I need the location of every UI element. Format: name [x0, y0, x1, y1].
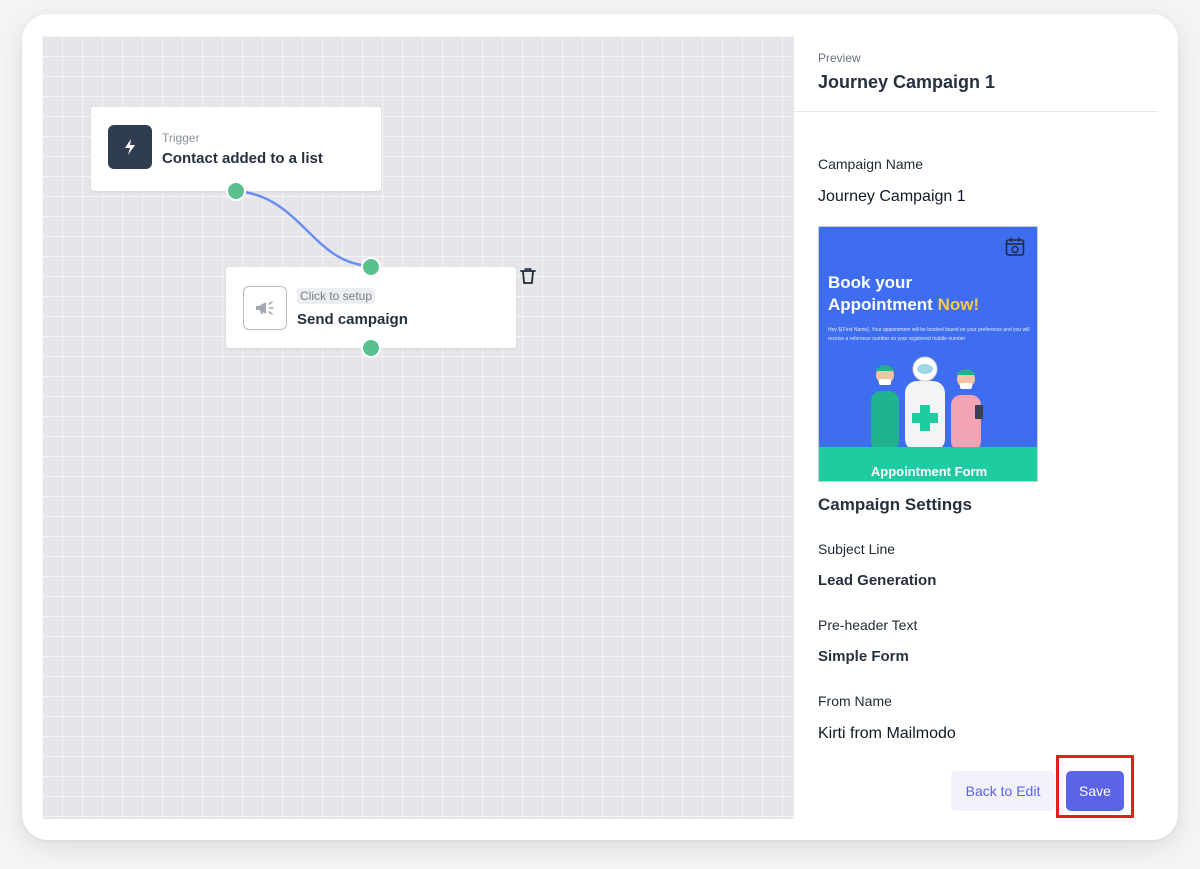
trigger-title: Contact added to a list [162, 150, 323, 167]
megaphone-icon [243, 286, 287, 330]
campaign-settings-title: Campaign Settings [818, 495, 972, 514]
lightning-icon [108, 125, 152, 169]
send-campaign-title: Send campaign [297, 311, 408, 328]
trigger-node[interactable]: Trigger Contact added to a list [91, 107, 381, 191]
calendar-icon [1005, 237, 1025, 262]
campaign-name-label: Campaign Name [818, 156, 924, 172]
subject-line-label: Subject Line [818, 541, 896, 557]
panel-header: Preview Journey Campaign 1 [794, 36, 1158, 112]
journey-canvas[interactable]: Trigger Contact added to a list Click to… [42, 36, 794, 819]
email-heading: Book your Appointment Now! [828, 273, 980, 314]
send-output-handle[interactable] [361, 338, 381, 358]
email-body-text: Hey ${First Name}, Your appointment will… [828, 327, 1030, 342]
email-preview-image: Book your Appointment Now! Hey ${First N… [818, 226, 1038, 482]
preview-panel: Preview Journey Campaign 1 Campaign Name… [794, 36, 1158, 819]
campaign-name-value: Journey Campaign 1 [818, 188, 966, 205]
setup-badge: Click to setup [297, 288, 376, 304]
preheader-value: Simple Form [818, 648, 909, 665]
doctors-illustration [871, 356, 983, 451]
preview-title: Journey Campaign 1 [818, 72, 996, 92]
email-footer-button: Appointment Form [819, 447, 1037, 481]
from-name-label: From Name [818, 693, 892, 709]
save-highlight-box [1056, 755, 1134, 818]
send-campaign-node[interactable]: Click to setup Send campaign [226, 267, 516, 348]
send-input-handle[interactable] [361, 257, 381, 277]
trigger-label: Trigger [162, 131, 200, 145]
from-name-value: Kirti from Mailmodo [818, 725, 956, 742]
trigger-output-handle[interactable] [226, 181, 246, 201]
back-to-edit-button[interactable]: Back to Edit [951, 771, 1055, 811]
subject-line-value: Lead Generation [818, 572, 937, 589]
preheader-label: Pre-header Text [818, 617, 918, 633]
trash-icon[interactable] [519, 266, 537, 286]
preview-label: Preview [818, 51, 861, 65]
